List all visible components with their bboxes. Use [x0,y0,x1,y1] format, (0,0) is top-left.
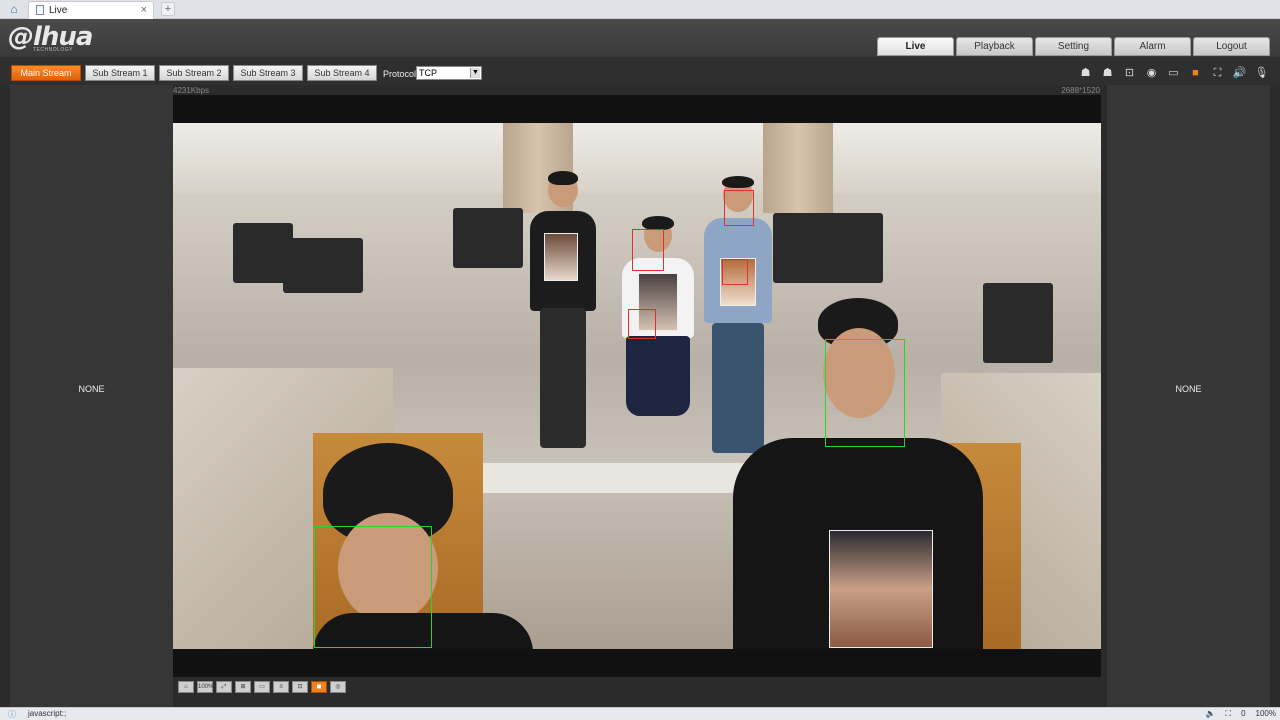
sofa [773,213,883,283]
left-pane: NONE [10,85,173,707]
compat-icon: ⛶ [1225,709,1232,718]
face-detection-box [628,309,656,339]
browser-status-bar: ⓘ javascript:; 🔈 ⛶ 0 100% [0,707,1280,720]
zoom-icon[interactable]: ⊡ [1121,66,1138,80]
tour-icon[interactable]: ◎ [330,681,346,693]
face-detection-box [632,229,664,271]
sofa [453,208,523,268]
ie-icon: ⓘ [8,710,16,719]
new-tab-button[interactable]: + [161,2,175,16]
camera-scene [173,123,1101,649]
fluency-icon[interactable]: ≡ [273,681,289,693]
person-icon[interactable]: ☗ [1077,66,1094,80]
triple-snap-icon[interactable]: ▭ [1165,66,1182,80]
status-text: javascript:; [28,709,67,718]
status-right: 🔈 ⛶ 0 100% [1206,709,1277,719]
ivs-icon[interactable]: ◼ [311,681,327,693]
sub-stream-1-button[interactable]: Sub Stream 1 [85,65,155,81]
sub-stream-3-button[interactable]: Sub Stream 3 [233,65,303,81]
zoom-icon[interactable]: ⊞ [235,681,251,693]
live-video[interactable] [173,95,1101,677]
main-nav: Live Playback Setting Alarm Logout [877,37,1270,56]
ratio-icon[interactable]: ▭ [254,681,270,693]
nav-tab-alarm[interactable]: Alarm [1114,37,1191,56]
live-view-area: NONE 4231Kbps 2688*1520 ⌂ 100% ⤢ ⊞ ▭ ≡ ⊡… [0,85,1280,707]
logo-subtitle: TECHNOLOGY [33,47,74,53]
app-header: @lhua TECHNOLOGY Live Playback Setting A… [0,19,1280,57]
video-controls: ⌂ 100% ⤢ ⊞ ▭ ≡ ⊡ ◼ ◎ [173,681,1101,697]
protocol-select[interactable]: TCP ▼ [416,66,482,80]
snapshot-icon[interactable]: ◉ [1143,66,1160,80]
main-stream-button[interactable]: Main Stream [11,65,81,81]
zoom-level[interactable]: 100% [1256,709,1276,719]
original-size-button[interactable]: 100% [197,681,213,693]
nav-tab-logout[interactable]: Logout [1193,37,1270,56]
fullscreen-icon[interactable]: ⛶ [1209,66,1226,80]
person-icon[interactable]: ☗ [1099,66,1116,80]
sofa [983,283,1053,363]
lobby-wall [173,123,1101,193]
nav-tab-setting[interactable]: Setting [1035,37,1112,56]
nav-tab-playback[interactable]: Playback [956,37,1033,56]
tab-title: Live [49,5,68,16]
resolution-readout: 2688*1520 [1061,86,1100,95]
document-icon [36,5,44,15]
stream-toolbar: Main Stream Sub Stream 1 Sub Stream 2 Su… [0,57,1280,85]
rule-icon[interactable]: ⊡ [292,681,308,693]
left-pane-label: NONE [78,384,105,394]
right-pane-label: NONE [1175,384,1202,394]
face-detection-box [825,339,905,447]
home-icon[interactable]: ⌂ [6,2,22,17]
nav-tab-live[interactable]: Live [877,37,954,56]
protocol-label: Protocol [383,69,417,79]
right-pane: NONE [1107,85,1270,707]
close-icon[interactable]: × [141,4,147,16]
notification-counter: 0 [1241,709,1246,718]
fit-icon[interactable]: ⤢ [216,681,232,693]
microphone-icon[interactable]: 🎙 [1253,66,1270,80]
home-icon[interactable]: ⌂ [178,681,194,693]
sub-stream-4-button[interactable]: Sub Stream 4 [307,65,377,81]
protocol-value: TCP [419,68,437,78]
record-icon[interactable]: ■ [1187,66,1204,80]
bitrate-readout: 4231Kbps [173,86,210,95]
face-detection-box [314,526,432,648]
volume-icon: 🔈 [1205,709,1216,718]
sub-stream-2-button[interactable]: Sub Stream 2 [159,65,229,81]
video-panel: 4231Kbps 2688*1520 ⌂ 100% ⤢ ⊞ ▭ ≡ ⊡ ◼ ◎ [173,85,1101,707]
face-detection-box [724,190,754,226]
browser-tab-live[interactable]: Live × [28,1,154,19]
person [518,171,608,453]
chevron-down-icon: ▼ [470,68,480,78]
face-detection-box [722,259,748,285]
browser-tab-bar: ⌂ Live × + [0,0,1280,19]
sofa [283,238,363,293]
audio-icon[interactable]: 🔊 [1231,66,1248,80]
video-tool-icons: ☗ ☗ ⊡ ◉ ▭ ■ ⛶ 🔊 🎙 [1077,66,1270,80]
